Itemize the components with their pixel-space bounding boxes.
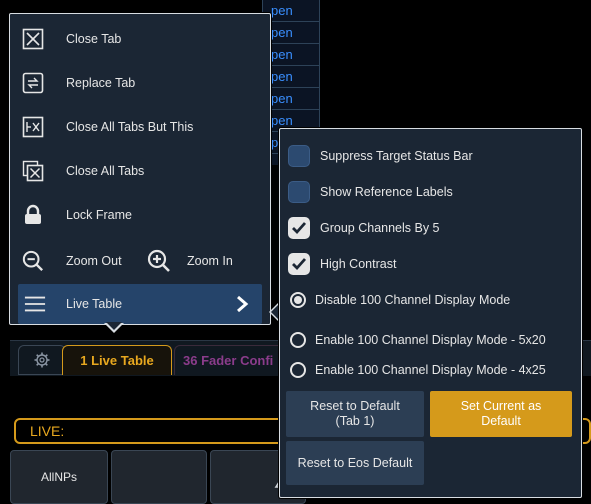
reset-to-default-button[interactable]: Reset to Default (Tab 1) xyxy=(286,391,424,437)
option-label: Enable 100 Channel Display Mode - 5x20 xyxy=(315,333,546,347)
set-current-default-button[interactable]: Set Current as Default xyxy=(430,391,572,437)
table-cell: pen xyxy=(263,88,321,110)
close-others-icon xyxy=(22,116,44,138)
close-tab-icon xyxy=(22,28,44,50)
zoom-out-icon[interactable] xyxy=(22,250,44,272)
tab-settings[interactable] xyxy=(18,345,66,375)
option-enable-4x25[interactable]: Enable 100 Channel Display Mode - 4x25 xyxy=(288,355,546,385)
option-label: High Contrast xyxy=(320,257,397,271)
menu-item-close-all[interactable]: Close All Tabs xyxy=(10,149,270,193)
table-cell: pen xyxy=(263,66,321,88)
table-cell: pen xyxy=(263,0,321,22)
menu-item-replace-tab[interactable]: Replace Tab xyxy=(10,61,270,105)
checkbox-checked[interactable] xyxy=(288,217,310,239)
option-group-channels[interactable]: Group Channels By 5 xyxy=(288,213,440,243)
menu-item-lock-frame[interactable]: Lock Frame xyxy=(10,193,270,237)
option-show-reference-labels[interactable]: Show Reference Labels xyxy=(288,177,453,207)
option-label: Show Reference Labels xyxy=(320,185,453,199)
replace-tab-icon xyxy=(22,72,44,94)
menu-item-zoom: Zoom Out Zoom In xyxy=(10,239,270,283)
menu-item-live-table[interactable]: Live Table xyxy=(18,284,262,324)
softkey-allnps[interactable]: AllNPs xyxy=(10,450,108,504)
option-label: Group Channels By 5 xyxy=(320,221,440,235)
reset-eos-default-button[interactable]: Reset to Eos Default xyxy=(286,441,424,485)
lock-icon xyxy=(22,204,44,226)
menu-item-label: Live Table xyxy=(66,297,123,311)
softkey-blank[interactable] xyxy=(111,450,207,504)
menu-item-label: Close All Tabs But This xyxy=(66,120,194,134)
menu-item-label: Close Tab xyxy=(66,32,122,46)
option-suppress-target-status[interactable]: Suppress Target Status Bar xyxy=(288,141,473,171)
checkbox-checked[interactable] xyxy=(288,253,310,275)
tab-fader-config[interactable]: 36 Fader Confi xyxy=(174,345,284,375)
menu-item-label: Replace Tab xyxy=(66,76,136,90)
option-label: Disable 100 Channel Display Mode xyxy=(315,293,511,307)
close-all-icon xyxy=(22,160,44,182)
menu-item-label: Lock Frame xyxy=(66,208,132,222)
menu-item-close-others[interactable]: Close All Tabs But This xyxy=(10,105,270,149)
radio-unselected[interactable] xyxy=(290,332,306,348)
hamburger-icon xyxy=(24,293,46,315)
tab-context-menu: Close Tab Replace Tab Close All Tabs But… xyxy=(9,13,271,325)
tab-live-table[interactable]: 1 Live Table xyxy=(62,345,172,375)
gear-icon xyxy=(34,352,50,368)
menu-item-label: Close All Tabs xyxy=(66,164,145,178)
submenu-pointer xyxy=(269,302,279,322)
checkbox-unchecked[interactable] xyxy=(288,145,310,167)
zoom-in-button[interactable]: Zoom In xyxy=(187,254,233,268)
checkmark-icon xyxy=(292,222,307,235)
table-cell: pen xyxy=(263,22,321,44)
checkmark-icon xyxy=(292,258,307,271)
zoom-in-icon[interactable] xyxy=(147,249,171,273)
background-area xyxy=(320,0,591,128)
menu-pointer xyxy=(104,322,124,333)
chevron-right-icon xyxy=(237,295,249,313)
option-label: Enable 100 Channel Display Mode - 4x25 xyxy=(315,363,546,377)
radio-unselected[interactable] xyxy=(290,362,306,378)
option-enable-5x20[interactable]: Enable 100 Channel Display Mode - 5x20 xyxy=(288,325,546,355)
option-high-contrast[interactable]: High Contrast xyxy=(288,249,396,279)
live-table-submenu: Suppress Target Status Bar Show Referenc… xyxy=(279,128,582,498)
zoom-out-button[interactable]: Zoom Out xyxy=(66,254,122,268)
option-disable-100-channel[interactable]: Disable 100 Channel Display Mode xyxy=(288,285,510,315)
radio-selected[interactable] xyxy=(290,292,306,308)
table-cell: pen xyxy=(263,44,321,66)
menu-item-close-tab[interactable]: Close Tab xyxy=(10,17,270,61)
checkbox-unchecked[interactable] xyxy=(288,181,310,203)
option-label: Suppress Target Status Bar xyxy=(320,149,473,163)
